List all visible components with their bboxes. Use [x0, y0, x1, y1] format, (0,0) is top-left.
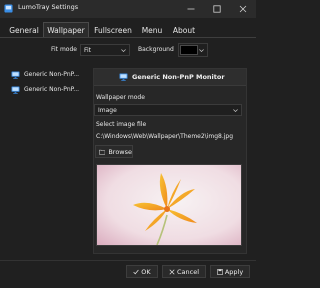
maximize-button[interactable] — [204, 0, 230, 18]
monitor-list-item-label: Generic Non-PnP... — [24, 86, 80, 93]
apply-button[interactable]: Apply — [210, 265, 250, 278]
window-title: LumoTray Settings — [18, 3, 79, 11]
tab-bar: General Wallpaper Fullscreen Menu About — [0, 22, 256, 38]
background-color-swatch — [180, 45, 198, 55]
browse-label: Browse — [108, 147, 132, 156]
monitor-list-item[interactable]: Generic Non-PnP... — [6, 83, 88, 97]
monitor-list: Generic Non-PnP... Generic Non-PnP... — [6, 64, 88, 260]
fit-mode-select[interactable]: Fit — [80, 44, 130, 56]
fit-mode-label: Fit mode — [51, 46, 77, 53]
minimize-icon — [187, 8, 195, 10]
tab-wallpaper[interactable]: Wallpaper — [43, 22, 89, 38]
close-button[interactable] — [230, 0, 256, 18]
monitor-icon — [119, 73, 128, 81]
apply-label: Apply — [224, 267, 244, 276]
monitor-list-item-label: Generic Non-PnP... — [24, 71, 80, 78]
background-color-picker[interactable] — [178, 43, 208, 57]
maximize-icon — [213, 5, 221, 13]
wallpaper-mode-label: Wallpaper mode — [96, 94, 145, 101]
cancel-label: Cancel — [176, 267, 200, 276]
browse-button[interactable]: Browse — [95, 145, 133, 158]
save-icon — [216, 268, 223, 275]
background-label: Background — [138, 46, 174, 53]
folder-icon — [99, 149, 106, 154]
settings-window: LumoTray Settings General Wallpaper Full… — [0, 0, 256, 288]
chevron-down-icon — [233, 109, 238, 112]
close-icon — [169, 268, 175, 275]
wallpaper-mode-select[interactable]: Image — [94, 104, 242, 116]
fit-mode-value: Fit — [84, 46, 92, 54]
panel-header: Generic Non-PnP Monitor — [94, 69, 246, 86]
chevron-down-icon — [121, 49, 126, 52]
minimize-button[interactable] — [178, 0, 204, 18]
monitor-icon — [11, 86, 20, 94]
monitor-icon — [11, 71, 20, 79]
footer-divider — [0, 260, 256, 261]
wallpaper-mode-value: Image — [98, 106, 117, 114]
tab-divider — [0, 37, 256, 38]
ok-label: OK — [141, 267, 151, 276]
tab-menu[interactable]: Menu — [137, 22, 167, 38]
panel-title: Generic Non-PnP Monitor — [132, 73, 225, 81]
chevron-down-icon — [199, 49, 204, 52]
wallpaper-preview — [96, 164, 242, 246]
wallpaper-preview-image — [97, 165, 241, 245]
checkmark-icon — [133, 269, 139, 274]
monitor-list-item[interactable]: Generic Non-PnP... — [6, 68, 88, 82]
tab-about[interactable]: About — [168, 22, 200, 38]
title-bar[interactable]: LumoTray Settings — [0, 0, 256, 18]
app-icon — [4, 4, 13, 13]
image-path-text: C:\Windows\Web\Wallpaper\Theme2\img8.jpg — [96, 133, 234, 140]
ok-button[interactable]: OK — [126, 265, 158, 278]
select-image-label: Select image file — [96, 121, 147, 128]
cancel-button[interactable]: Cancel — [162, 265, 206, 278]
tab-general[interactable]: General — [6, 22, 42, 38]
tab-fullscreen[interactable]: Fullscreen — [90, 22, 136, 38]
close-icon — [239, 5, 247, 13]
